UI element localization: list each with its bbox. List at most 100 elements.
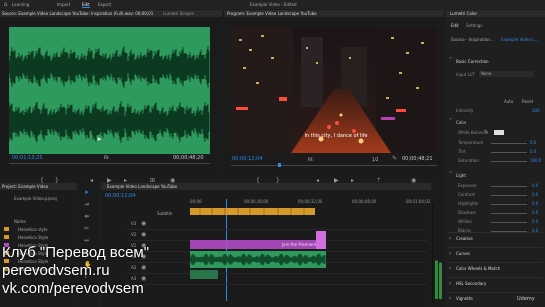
lumetri-header: Lumetri Color [446, 10, 545, 17]
project-name-column[interactable]: Name [14, 219, 26, 224]
section-chevron-icon[interactable]: › [449, 265, 451, 272]
basic-correction-section[interactable]: Basic Correction [456, 59, 489, 64]
light-row-slider[interactable] [491, 213, 527, 214]
waveform-channel [9, 101, 210, 143]
program-resolution-select[interactable]: 1/2 [372, 157, 378, 162]
light-row-slider[interactable] [491, 204, 527, 205]
slip-tool-icon[interactable]: ↔ [84, 237, 89, 244]
project-item[interactable]: Helvetica Style [18, 235, 74, 240]
light-row-slider[interactable] [491, 195, 527, 196]
lumetri-target[interactable]: Example Video L… [501, 37, 543, 42]
source-timecode-duration: 00;00;48;20 [173, 155, 204, 161]
lumetri-section-divider [448, 292, 543, 293]
color-chevron-icon[interactable]: ˅ [449, 118, 452, 125]
basic-correction-chevron-icon[interactable]: ˅ [449, 57, 452, 64]
program-video[interactable]: In this city, I dance of life [231, 27, 437, 153]
reset-button[interactable]: Reset [522, 99, 533, 104]
source-panel: Source: Example Video Landscape YouTube:… [0, 10, 222, 184]
color-row-value[interactable]: 100.0 [530, 158, 541, 163]
project-item[interactable]: Helvetica style [18, 227, 74, 232]
project-title[interactable]: Project: Example Video [2, 184, 48, 189]
audio-meters [433, 183, 444, 307]
light-row-value[interactable]: 0.0 [532, 192, 538, 197]
light-row-value[interactable]: 0.0 [532, 201, 538, 206]
color-row-value[interactable]: 0.0 [530, 140, 536, 145]
light-row-value[interactable]: 0.0 [532, 210, 538, 215]
subtitle-segments [199, 208, 305, 215]
light-row-slider[interactable] [491, 186, 527, 187]
light-row-slider[interactable] [491, 222, 527, 223]
section-chevron-icon[interactable]: › [449, 280, 451, 287]
ripple-tool-icon[interactable]: ⇹ [84, 213, 89, 220]
ruler-label: 00;01;04;02 [406, 199, 431, 204]
track-label[interactable]: V2 [131, 232, 136, 237]
track-label[interactable]: V3 [131, 221, 136, 226]
eye-icon[interactable]: ◉ [141, 231, 146, 238]
light-row-value[interactable]: 0.0 [532, 219, 538, 224]
light-chevron-icon[interactable]: ˅ [449, 171, 452, 178]
subtitle-track-label: Subtitle [157, 211, 173, 216]
light-section[interactable]: Light [456, 173, 466, 178]
eyedropper-icon[interactable]: ✎ [484, 129, 489, 136]
selection-tool-icon[interactable]: ➤ [84, 189, 89, 196]
program-scrubber[interactable] [231, 165, 437, 168]
home-icon[interactable]: ⌂ [2, 1, 9, 8]
section-chevron-icon[interactable]: › [449, 250, 451, 257]
program-playhead[interactable] [278, 163, 281, 167]
light-row-label: Exposure [458, 183, 477, 188]
white-balance-swatch[interactable] [494, 130, 504, 135]
track-select-tool-icon[interactable]: ⇥ [84, 201, 89, 208]
source-zoom-select[interactable]: Fit [104, 155, 109, 160]
lumetri-tab-edit[interactable]: Edit [451, 23, 459, 28]
audio-meter-right [439, 203, 442, 299]
lumetri-scopes-tab[interactable]: Lumetri Scopes [163, 11, 194, 16]
video-clip-end[interactable] [316, 231, 326, 249]
lumetri-section-header[interactable]: Creative [456, 236, 473, 241]
color-row-label: Tint [458, 149, 466, 154]
color-row-slider[interactable] [491, 161, 527, 162]
program-timecode-current[interactable]: 00;00;12;04 [232, 156, 263, 162]
source-scrubber[interactable] [9, 163, 210, 166]
program-panel: Program: Example Video Landscape YouTube [224, 10, 444, 184]
color-row-slider[interactable] [491, 143, 527, 144]
section-chevron-icon[interactable]: › [449, 295, 451, 302]
timeline-timecode[interactable]: 00;00;12;04 [105, 193, 136, 199]
menu-import[interactable]: Import [57, 2, 70, 7]
eye-icon[interactable]: ◉ [141, 220, 146, 227]
menu-learning[interactable]: Learning [12, 2, 29, 7]
color-row-value[interactable]: 0.0 [530, 149, 536, 154]
program-zoom-select[interactable]: Fit [308, 157, 313, 162]
lumetri-section-divider [448, 262, 543, 263]
color-row-slider[interactable] [491, 152, 527, 153]
source-timecode-current[interactable]: 00;01;13;25 [12, 155, 43, 161]
timeline-title[interactable]: Example Video Landscape YouTube [107, 184, 177, 189]
subtitle-clip-strip[interactable] [190, 208, 315, 215]
lumetri-title[interactable]: Lumetri Color [450, 11, 477, 16]
lumetri-section-header[interactable]: HSL Secondary [456, 281, 486, 286]
color-row-label: Saturation [458, 158, 479, 163]
auto-button[interactable]: Auto [504, 99, 513, 104]
light-row-value[interactable]: 0.0 [532, 183, 538, 188]
color-section[interactable]: Color [456, 120, 466, 125]
lumetri-section-header[interactable]: Color Wheels & Match [456, 266, 500, 271]
section-chevron-icon[interactable]: › [449, 235, 451, 242]
lumetri-section-header[interactable]: Curves [456, 251, 470, 256]
watermark-line-1: Клуб "Перевод всем" [2, 244, 150, 261]
menu-export[interactable]: Export [98, 2, 111, 7]
intensity-value[interactable]: 100 [532, 108, 540, 113]
lumetri-section-header[interactable]: Vignette [456, 296, 473, 301]
udemy-brand: Udemy [517, 296, 535, 302]
light-row-label: Contrast [458, 192, 476, 197]
lumetri-source[interactable]: Source - Inspiration… [451, 37, 498, 42]
input-lut-select[interactable]: None [479, 71, 534, 77]
menu-edit[interactable]: Edit [82, 2, 90, 8]
razor-tool-icon[interactable]: ✂ [84, 225, 89, 232]
source-waveform[interactable] [9, 27, 210, 154]
project-file: Example Video.prproj [14, 196, 57, 201]
wrench-icon[interactable]: ✎ [392, 155, 397, 162]
program-tab[interactable]: Program: Example Video Landscape YouTube [227, 11, 317, 16]
color-row-label: Temperature [458, 140, 484, 145]
source-tab[interactable]: Source: Example Video Landscape YouTube:… [2, 11, 157, 16]
lumetri-tab-settings[interactable]: Settings [466, 23, 482, 28]
input-lut-label: Input LUT [456, 72, 476, 77]
